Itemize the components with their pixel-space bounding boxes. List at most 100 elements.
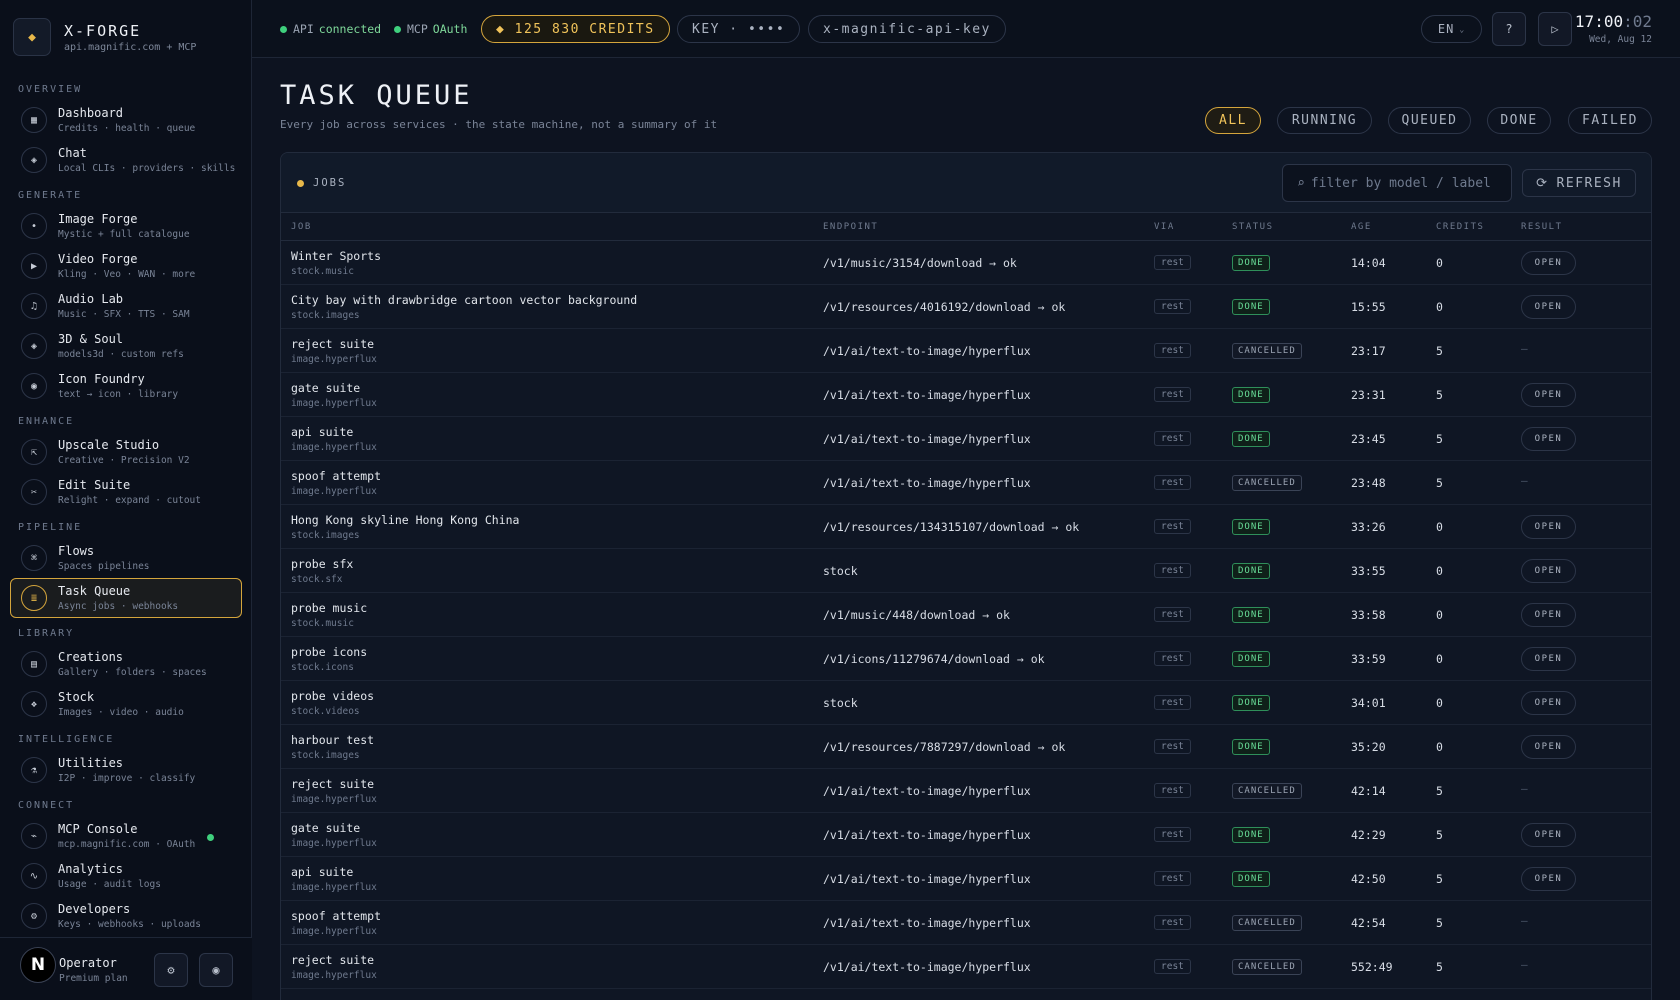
open-result-button[interactable]: OPEN [1521,647,1576,671]
column-header-endpoint[interactable]: ENDPOINT [823,222,878,232]
sidebar-item-upscale-studio[interactable]: ⇱ Upscale Studio Creative · Precision V2 [10,432,242,472]
sidebar-item-task-queue[interactable]: ≣ Task Queue Async jobs · webhooks [10,578,242,618]
open-result-button[interactable]: OPEN [1521,735,1576,759]
via-badge: rest [1154,827,1191,842]
job-age: 14:04 [1351,256,1386,270]
table-row[interactable]: reject suite image.hyperflux/v1/ai/text-t… [281,769,1651,813]
table-row[interactable]: gate suite image.hyperflux/v1/ai/text-to-… [281,373,1651,417]
open-result-button[interactable]: OPEN [1521,383,1576,407]
table-row[interactable]: probe sfx stock.sfx stock rest DONE 33:55 0 OPE… [281,549,1651,593]
table-row[interactable]: probe videos stock.videos stock rest DONE 34:… [281,681,1651,725]
language-select[interactable]: EN ⌄ [1421,15,1482,43]
refresh-button[interactable]: ⟳ REFRESH [1522,169,1636,197]
run-button[interactable]: ▷ [1538,12,1572,46]
sidebar-item-utilities[interactable]: ⚗ Utilities I2P · improve · classify [10,750,242,790]
sidebar-item-stock[interactable]: ❖ Stock Images · video · audio [10,684,242,724]
table-row[interactable]: harbour test stock.images/v1/resources/78… [281,725,1651,769]
column-header-status[interactable]: STATUS [1232,222,1274,232]
filter-queued[interactable]: QUEUED [1388,107,1471,134]
console-icon: ⌁ [21,823,47,849]
open-result-button[interactable]: OPEN [1521,559,1576,583]
status-badge: DONE [1232,431,1270,447]
open-result-button[interactable]: OPEN [1521,603,1576,627]
clock-time: 17:00:02 [1575,12,1652,31]
sidebar-nav: OVERVIEW ▦ Dashboard Credits · health · q… [10,80,242,936]
sidebar-item-image-forge[interactable]: • Image Forge Mystic + full catalogue [10,206,242,246]
column-header-result[interactable]: RESULT [1521,222,1563,232]
job-cell: reject suite image.hyperflux [291,337,377,365]
job-cell: api suite image.hyperflux [291,865,377,893]
column-header-job[interactable]: JOB [291,222,312,232]
open-result-button[interactable]: OPEN [1521,515,1576,539]
table-row[interactable]: api suite image.hyperflux/v1/ai/text-to-i… [281,857,1651,901]
avatar[interactable]: N [20,947,56,983]
mcp-status-label: MCP [407,22,428,36]
table-row[interactable]: reject suite image.hyperflux/v1/ai/text-t… [281,329,1651,373]
credits-badge[interactable]: ◆ 125 830 CREDITS [481,15,670,43]
filter-done[interactable]: DONE [1487,107,1551,134]
sidebar-item-video-forge[interactable]: ▶ Video Forge Kling · Veo · WAN · more [10,246,242,286]
job-cell: api suite image.hyperflux [291,425,377,453]
sidebar-item-icon-foundry[interactable]: ◉ Icon Foundry text → icon · library [10,366,242,406]
table-row[interactable]: Hong Kong skyline Hong Kong China stock.i… [281,505,1651,549]
job-name: probe videos [291,689,375,703]
sidebar-item-flows[interactable]: ⌘ Flows Spaces pipelines [10,538,242,578]
sidebar-item-chat[interactable]: ◈ Chat Local CLIs · providers · skills [10,140,242,180]
table-row[interactable]: City bay with drawbridge cartoon vector … [281,285,1651,329]
job-endpoint: /v1/music/3154/download → ok [823,256,1017,270]
job-cell: probe videos stock.videos [291,689,374,717]
open-result-button[interactable]: OPEN [1521,251,1576,275]
stock-icon: ❖ [21,691,47,717]
table-row[interactable]: spoof attempt image.hyperflux/v1/ai/text-… [281,461,1651,505]
user-name: Operator [59,956,117,970]
table-row[interactable]: api suite image.hyperflux/v1/ai/text-to-i… [281,417,1651,461]
job-endpoint: /v1/music/448/download → ok [823,608,1010,622]
column-header-age[interactable]: AGE [1351,222,1372,232]
job-credits: 0 [1436,696,1443,710]
sidebar-item-mcp-console[interactable]: ⌁ MCP Console mcp.magnific.com · OAuth [10,816,242,856]
filter-all[interactable]: ALL [1205,107,1261,134]
sidebar-item-dashboard[interactable]: ▦ Dashboard Credits · health · queue [10,100,242,140]
theme-button[interactable]: ◉ [199,953,233,987]
sidebar-item-edit-suite[interactable]: ✂ Edit Suite Relight · expand · cutout [10,472,242,512]
sidebar-item-label: Edit Suite [58,478,131,492]
search-input[interactable] [1310,175,1501,191]
sidebar-item-audio-lab[interactable]: ♫ Audio Lab Music · SFX · TTS · SAM [10,286,242,326]
clock: 17:00:02 Wed, Aug 12 [1575,12,1652,45]
brand[interactable]: ◆ X-FORGE api.magnific.com + MCP [13,18,196,56]
table-row[interactable]: Winter Sports stock.music/v1/music/3154/d… [281,241,1651,285]
help-button[interactable]: ? [1492,12,1526,46]
sidebar-item-analytics[interactable]: ∿ Analytics Usage · audit logs [10,856,242,896]
open-result-button[interactable]: OPEN [1521,867,1576,891]
sidebar-item-creations[interactable]: ▤ Creations Gallery · folders · spaces [10,644,242,684]
filter-running[interactable]: RUNNING [1277,107,1372,134]
filter-failed[interactable]: FAILED [1568,107,1652,134]
api-key-header-pill[interactable]: x-magnific-api-key [808,15,1006,43]
column-header-via[interactable]: VIA [1154,222,1175,232]
job-name: Hong Kong skyline Hong Kong China [291,513,520,527]
open-result-button[interactable]: OPEN [1521,427,1576,451]
via-badge: rest [1154,607,1191,622]
column-header-credits[interactable]: CREDITS [1436,222,1484,232]
sidebar-item-3d-soul[interactable]: ◈ 3D & Soul models3d · custom refs [10,326,242,366]
table-row[interactable]: probe music stock.music/v1/music/448/down… [281,593,1651,637]
job-credits: 5 [1436,388,1443,402]
sidebar-item-label: Dashboard [58,106,124,120]
job-endpoint: /v1/ai/text-to-image/hyperflux [823,476,1031,490]
table-row[interactable]: gate suite image.hyperflux/v1/ai/text-to-… [281,813,1651,857]
open-result-button[interactable]: OPEN [1521,691,1576,715]
sidebar-item-developers[interactable]: ⚙ Developers Keys · webhooks · uploads [10,896,242,936]
table-row[interactable]: reject suite image.hyperflux/v1/ai/text-t… [281,945,1651,989]
sidebar-item-label: Utilities [58,756,124,770]
open-result-button[interactable]: OPEN [1521,295,1576,319]
open-result-button[interactable]: OPEN [1521,823,1576,847]
nav-section-intelligence: INTELLIGENCE [18,734,115,745]
settings-button[interactable]: ⚙ [154,953,188,987]
api-key-pill[interactable]: KEY · •••• [677,15,801,43]
sidebar: ◆ X-FORGE api.magnific.com + MCP OVERVIE… [0,0,252,1000]
table-row[interactable]: spoof attempt image.hyperflux/v1/ai/text-… [281,901,1651,945]
job-endpoint: /v1/resources/134315107/download → ok [823,520,1080,534]
table-row[interactable]: probe icons stock.icons/v1/icons/11279674… [281,637,1651,681]
analytics-icon: ∿ [21,863,47,889]
chevron-down-icon: ⌄ [1459,24,1466,34]
